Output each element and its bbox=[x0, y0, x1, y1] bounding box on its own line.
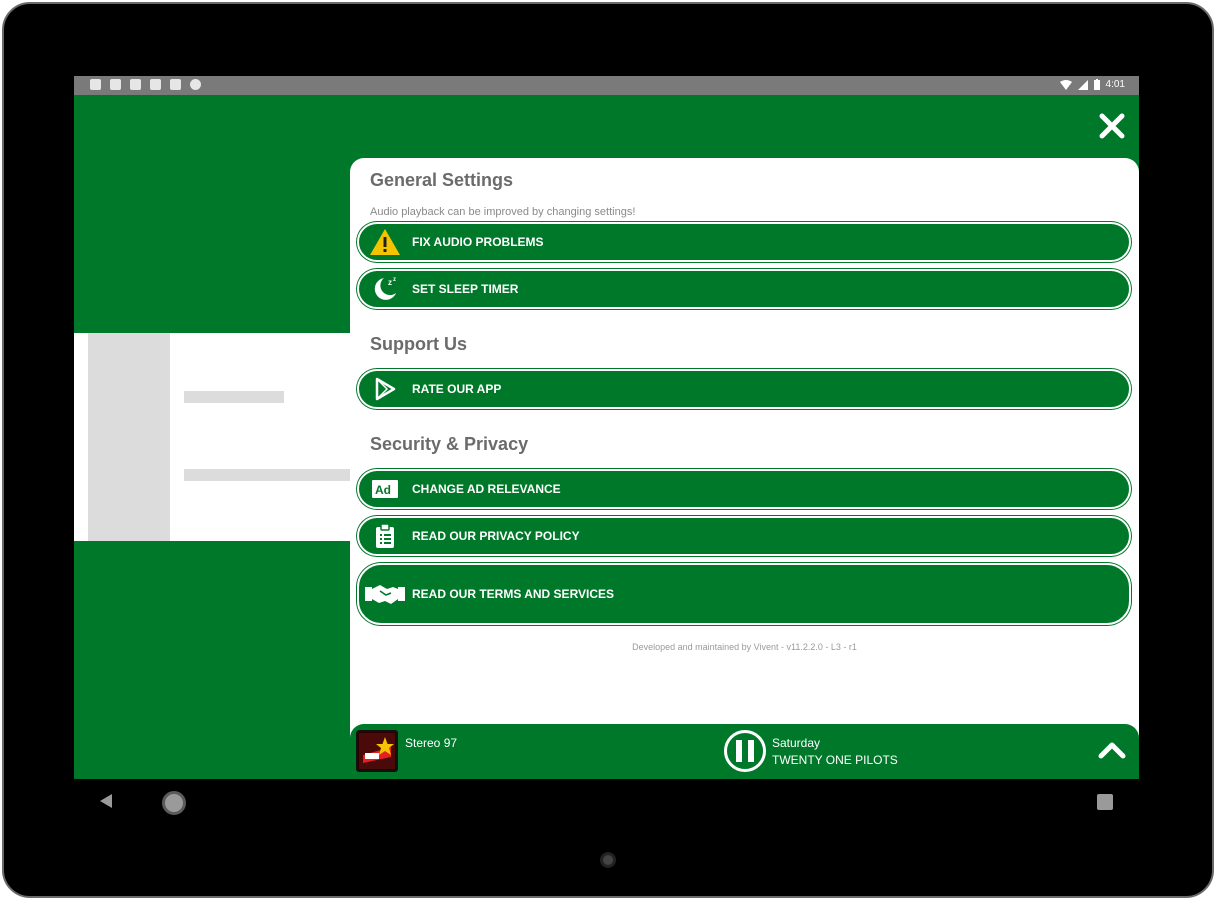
security-privacy-title: Security & Privacy bbox=[370, 434, 529, 454]
read-privacy-policy-label: READ OUR PRIVACY POLICY bbox=[412, 529, 580, 543]
back-icon[interactable] bbox=[98, 793, 114, 809]
moon-sleep-icon: zz bbox=[368, 274, 402, 304]
system-nav-bar bbox=[74, 779, 1139, 827]
background-card bbox=[74, 333, 350, 541]
now-playing-info: Saturday TWENTY ONE PILOTS bbox=[772, 735, 898, 769]
now-playing-line1: Saturday bbox=[772, 736, 821, 750]
recents-button[interactable] bbox=[1097, 794, 1113, 810]
app-screen: 4:01 General Settings Audio playback can… bbox=[74, 76, 1139, 779]
developer-note: Developed and maintained by Vivent - v11… bbox=[632, 642, 857, 652]
change-ad-relevance-button[interactable]: Ad CHANGE AD RELEVANCE bbox=[357, 469, 1131, 509]
handshake-icon bbox=[364, 579, 406, 609]
close-button[interactable] bbox=[1095, 109, 1129, 143]
pause-icon bbox=[736, 740, 742, 762]
notification-icon bbox=[190, 79, 201, 90]
battery-icon bbox=[1093, 79, 1100, 90]
notification-icons bbox=[90, 79, 201, 90]
mini-player[interactable]: Stereo 97 Saturday TWENTY ONE PILOTS bbox=[350, 724, 1139, 779]
signal-icon bbox=[1077, 79, 1088, 90]
fix-audio-problems-label: FIX AUDIO PROBLEMS bbox=[412, 235, 544, 249]
now-playing-artist: TWENTY ONE PILOTS bbox=[772, 753, 898, 767]
read-terms-label: READ OUR TERMS AND SERVICES bbox=[412, 587, 615, 601]
rate-our-app-label: RATE OUR APP bbox=[412, 382, 502, 396]
read-terms-button[interactable]: READ OUR TERMS AND SERVICES bbox=[357, 563, 1131, 625]
fix-audio-problems-button[interactable]: FIX AUDIO PROBLEMS bbox=[357, 222, 1131, 262]
svg-text:z: z bbox=[393, 277, 396, 283]
set-sleep-timer-button[interactable]: zz SET SLEEP TIMER bbox=[357, 269, 1131, 309]
read-privacy-policy-button[interactable]: READ OUR PRIVACY POLICY bbox=[357, 516, 1131, 556]
set-sleep-timer-label: SET SLEEP TIMER bbox=[412, 282, 519, 296]
pause-icon-bar bbox=[748, 740, 754, 762]
support-us-title: Support Us bbox=[370, 334, 467, 354]
notification-icon bbox=[90, 79, 101, 90]
expand-player-button[interactable] bbox=[1097, 738, 1127, 762]
pause-button[interactable] bbox=[724, 730, 766, 772]
background-placeholder-text bbox=[184, 391, 284, 403]
background-placeholder-image bbox=[88, 333, 170, 541]
svg-text:Ad: Ad bbox=[375, 483, 391, 497]
notification-icon bbox=[150, 79, 161, 90]
status-time: 4:01 bbox=[1105, 79, 1125, 90]
station-name: Stereo 97 bbox=[405, 736, 458, 750]
ad-icon: Ad bbox=[368, 474, 402, 504]
background-placeholder-text bbox=[184, 469, 350, 481]
svg-text:z: z bbox=[388, 278, 392, 287]
station-logo[interactable] bbox=[356, 730, 398, 772]
notification-icon bbox=[130, 79, 141, 90]
general-settings-title: General Settings bbox=[370, 170, 514, 190]
status-right: 4:01 bbox=[1059, 79, 1125, 90]
status-bar: 4:01 bbox=[74, 76, 1139, 95]
change-ad-relevance-label: CHANGE AD RELEVANCE bbox=[412, 482, 561, 496]
general-settings-subtitle: Audio playback can be improved by changi… bbox=[370, 206, 636, 218]
notification-icon bbox=[170, 79, 181, 90]
close-icon bbox=[1099, 113, 1125, 139]
play-store-icon bbox=[368, 374, 402, 404]
rate-our-app-button[interactable]: RATE OUR APP bbox=[357, 369, 1131, 409]
front-camera bbox=[600, 852, 616, 868]
wifi-icon bbox=[1059, 79, 1072, 90]
home-button[interactable] bbox=[162, 791, 186, 815]
settings-panel: General Settings Audio playback can be i… bbox=[350, 158, 1139, 779]
notification-icon bbox=[110, 79, 121, 90]
clipboard-icon bbox=[368, 521, 402, 551]
chevron-up-icon bbox=[1098, 742, 1126, 759]
warning-icon bbox=[368, 227, 402, 257]
